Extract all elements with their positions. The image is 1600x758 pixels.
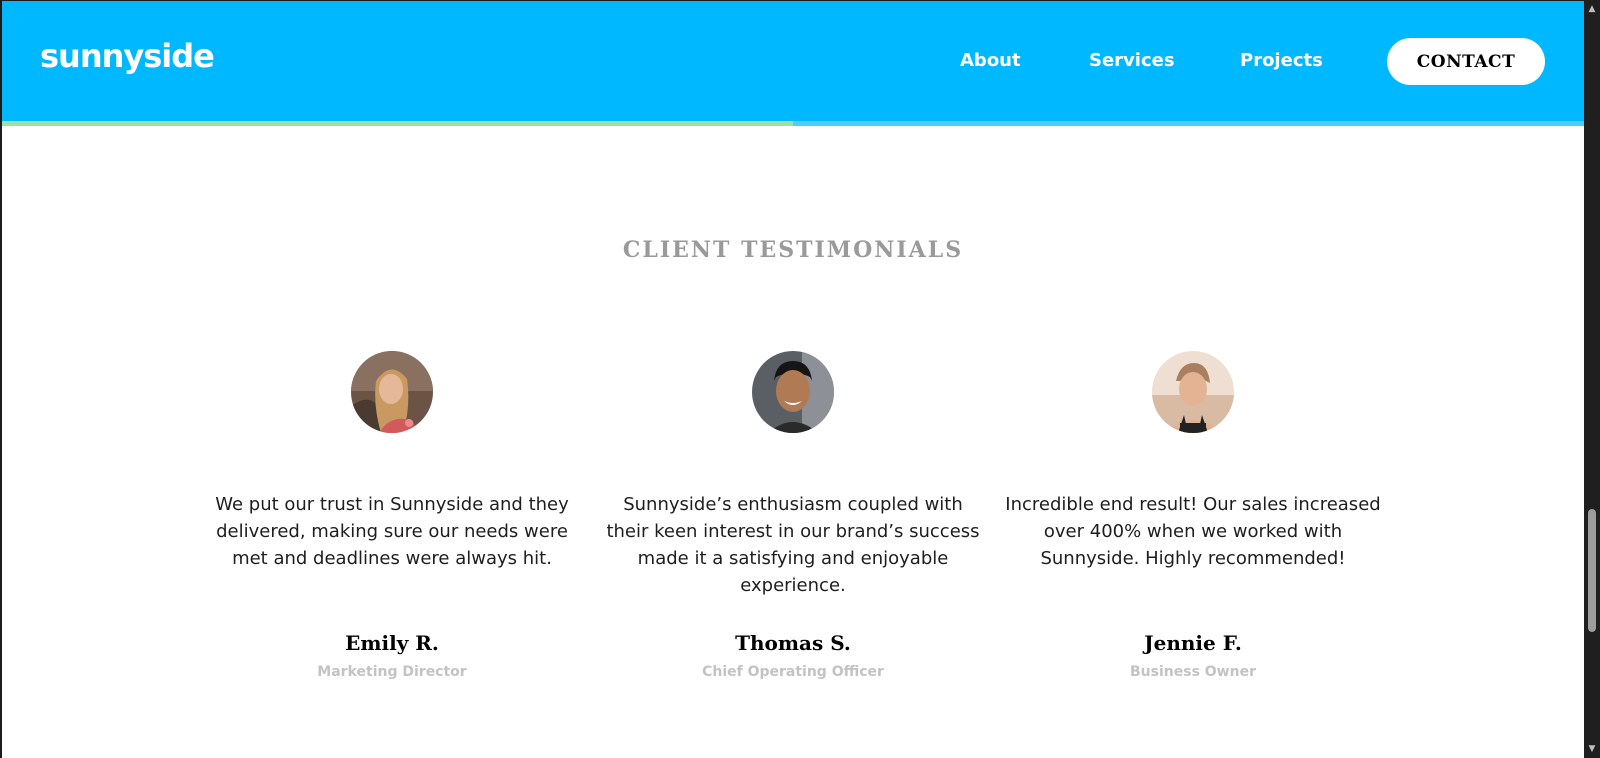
testimonial-name: Jennie F. bbox=[1144, 631, 1242, 655]
testimonial-role: Business Owner bbox=[1130, 664, 1256, 680]
avatar-emily bbox=[351, 351, 433, 433]
nav-link-about[interactable]: About bbox=[960, 50, 1021, 71]
nav-link-projects[interactable]: Projects bbox=[1240, 50, 1323, 71]
testimonial-name: Emily R. bbox=[345, 631, 439, 655]
chevron-down-icon[interactable]: ▼ bbox=[1584, 742, 1600, 756]
contact-button[interactable]: CONTACT bbox=[1387, 38, 1545, 85]
scroll-progress-bar bbox=[2, 121, 1584, 126]
testimonial-role: Chief Operating Officer bbox=[702, 664, 884, 680]
testimonial-quote: Incredible end result! Our sales increas… bbox=[1005, 494, 1381, 569]
section-title: CLIENT TESTIMONIALS bbox=[622, 237, 964, 263]
scrollbar-thumb[interactable] bbox=[1588, 509, 1596, 632]
site-header: sunnyside About Services Projects CONTAC… bbox=[2, 1, 1584, 125]
nav-link-services[interactable]: Services bbox=[1089, 50, 1175, 71]
avatar-thomas bbox=[752, 351, 834, 433]
testimonial-name: Thomas S. bbox=[735, 631, 851, 655]
scrollbar[interactable]: ▲ ▼ bbox=[1584, 0, 1600, 758]
testimonial-quote: Sunnyside’s enthusiasm coupled with thei… bbox=[606, 494, 980, 596]
testimonial-role: Marketing Director bbox=[317, 664, 467, 680]
scroll-progress-fill bbox=[2, 121, 793, 126]
avatar-emily-photo bbox=[351, 351, 433, 433]
logo[interactable]: sunnyside bbox=[40, 37, 215, 75]
testimonial-quote: We put our trust in Sunnyside and they d… bbox=[215, 494, 569, 569]
page: sunnyside About Services Projects CONTAC… bbox=[0, 0, 1584, 758]
avatar-jennie-photo bbox=[1152, 351, 1234, 433]
avatar-jennie bbox=[1152, 351, 1234, 433]
chevron-up-icon[interactable]: ▲ bbox=[1584, 2, 1600, 16]
avatar-thomas-photo bbox=[752, 351, 834, 433]
